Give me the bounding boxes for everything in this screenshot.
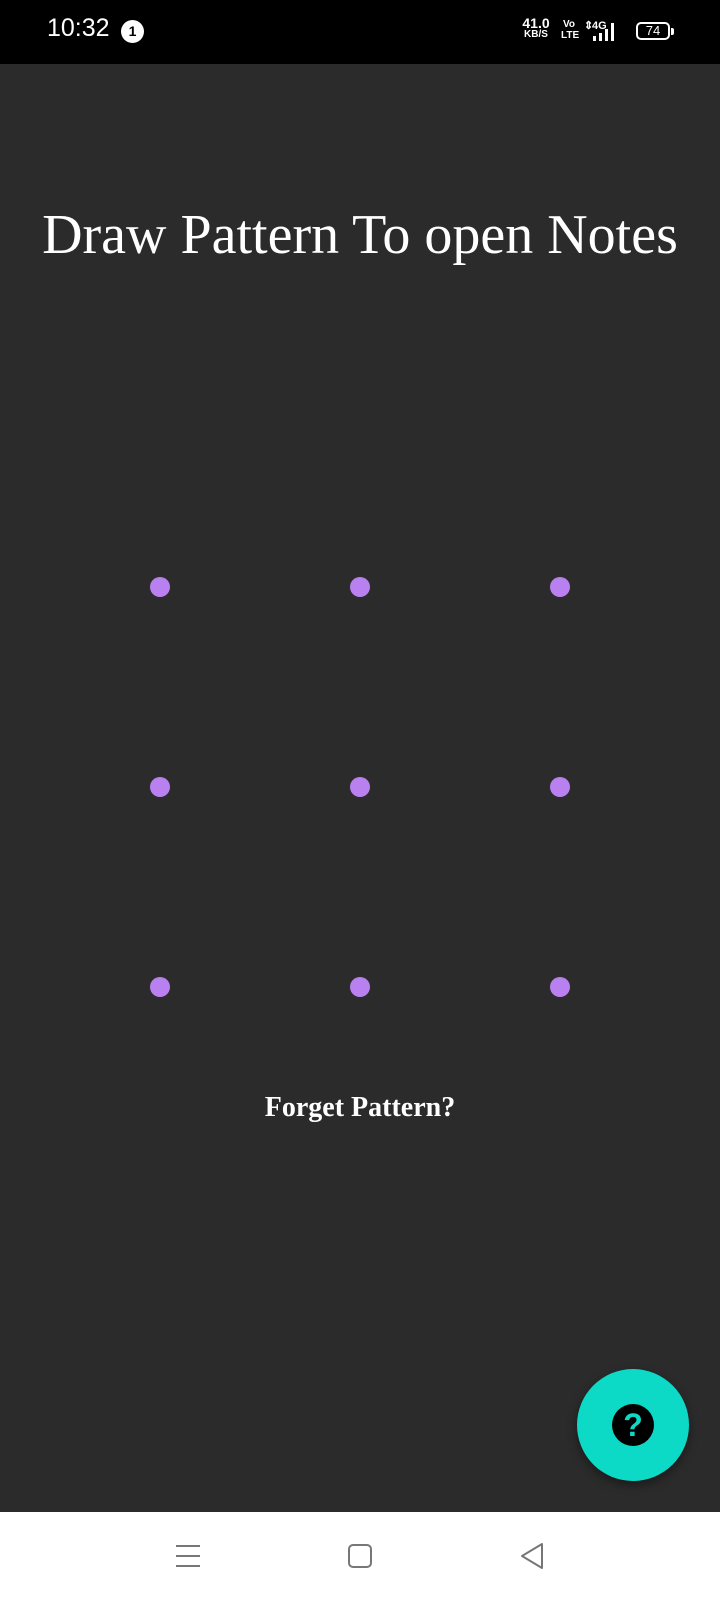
volte-top: Vo xyxy=(562,19,576,30)
battery-icon: 74 xyxy=(636,22,674,40)
pattern-dot-9[interactable] xyxy=(550,977,570,997)
status-time: 10:32 xyxy=(47,14,110,42)
navigation-bar xyxy=(0,1512,720,1600)
pattern-dot-1[interactable] xyxy=(150,577,170,597)
pattern-dot-3[interactable] xyxy=(550,577,570,597)
pattern-dot-4[interactable] xyxy=(150,777,170,797)
menu-icon[interactable] xyxy=(166,1534,210,1578)
signal-strength-icon: ⇕ 4G xyxy=(584,20,614,41)
help-button[interactable]: ? xyxy=(577,1369,689,1481)
pattern-dot-6[interactable] xyxy=(550,777,570,797)
status-bar: 10:32 1 41.0 KB/S Vo LTE ⇕ 4G 74 xyxy=(0,0,720,64)
back-icon[interactable] xyxy=(510,1534,554,1578)
pattern-dot-2[interactable] xyxy=(350,577,370,597)
network-type-label: 4G xyxy=(592,20,607,32)
pattern-dot-8[interactable] xyxy=(350,977,370,997)
network-speed-value: 41.0 xyxy=(522,15,550,31)
forget-pattern-link[interactable]: Forget Pattern? xyxy=(0,1092,720,1124)
pattern-lock-screen: 10:32 1 41.0 KB/S Vo LTE ⇕ 4G 74 Draw Pa… xyxy=(0,0,720,1600)
pattern-dot-5[interactable] xyxy=(350,777,370,797)
help-icon: ? xyxy=(612,1404,654,1446)
pattern-dot-7[interactable] xyxy=(150,977,170,997)
network-speed: 41.0 KB/S xyxy=(518,15,554,40)
page-title: Draw Pattern To open Notes xyxy=(42,204,678,266)
home-icon[interactable] xyxy=(338,1534,382,1578)
battery-level: 74 xyxy=(645,23,661,38)
notification-count-badge: 1 xyxy=(121,20,144,43)
volte-bottom: LTE xyxy=(561,30,580,41)
volte-icon: Vo LTE xyxy=(561,19,580,41)
